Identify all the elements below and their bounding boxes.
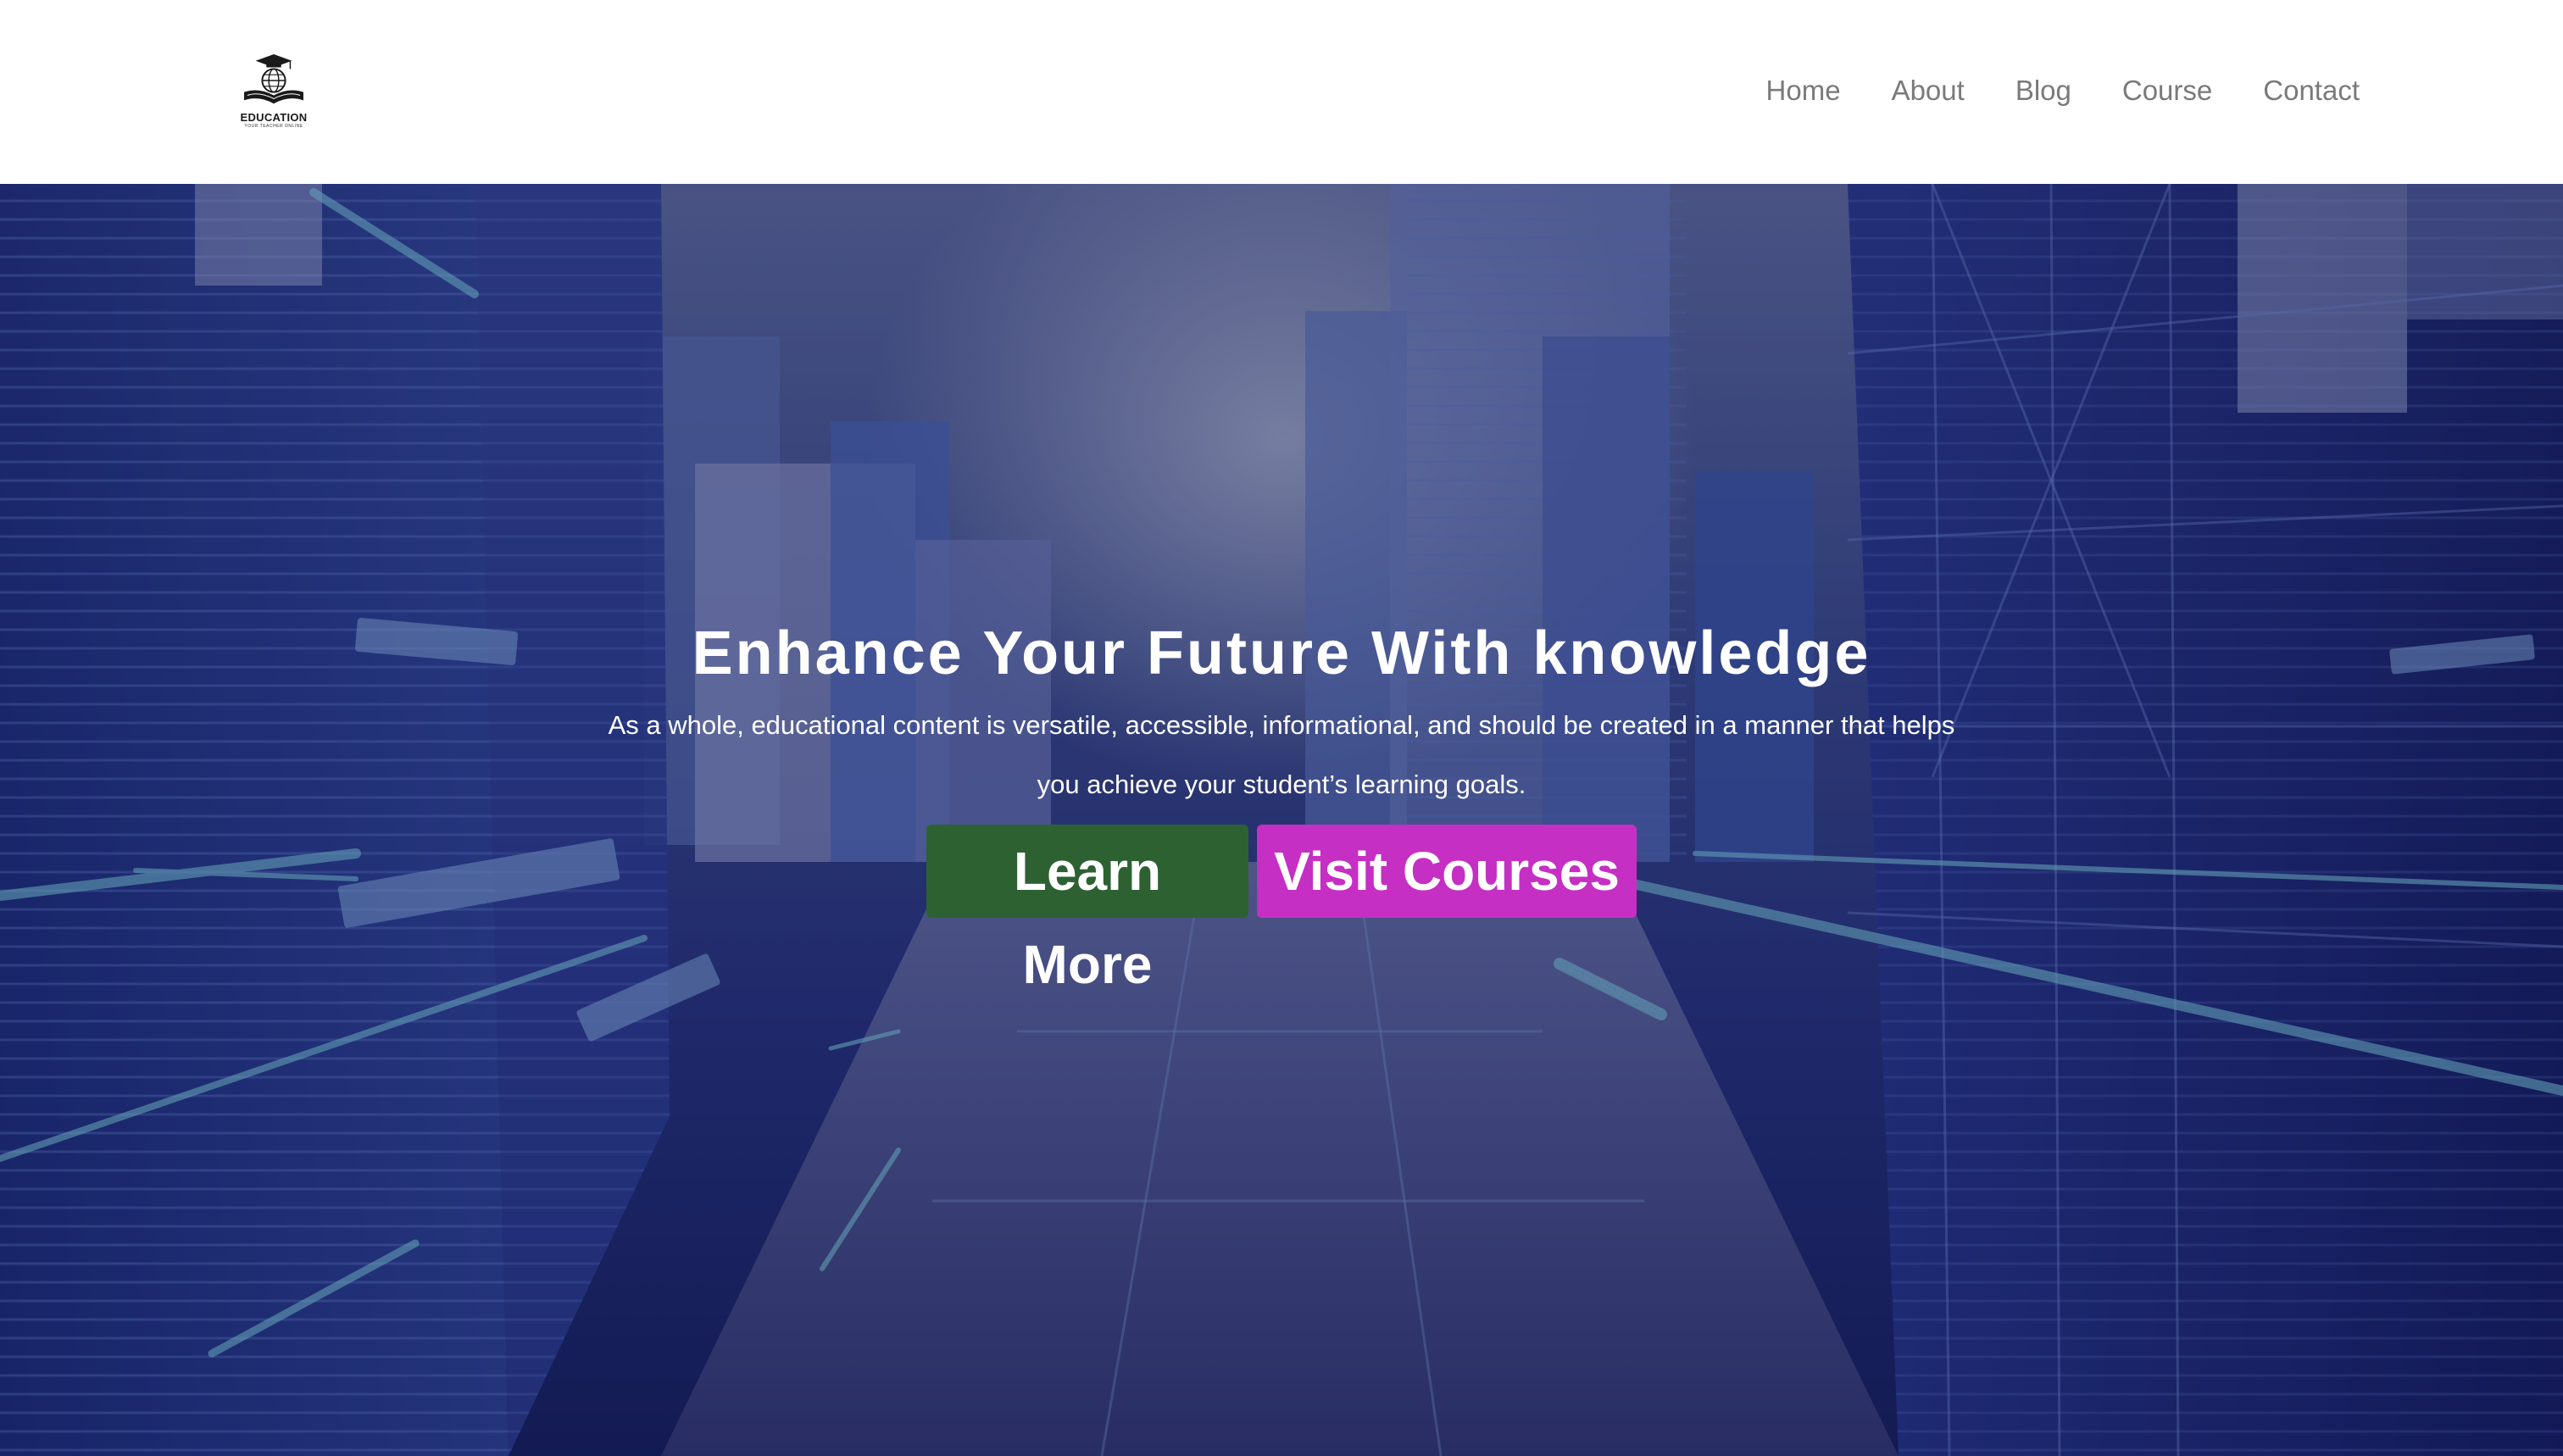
- site-logo[interactable]: EDUCATION YOUR TEACHER ONLINE: [233, 53, 314, 129]
- learn-more-button[interactable]: Learn More: [926, 825, 1248, 995]
- hero-subtitle: As a whole, educational content is versa…: [608, 710, 1955, 799]
- hero-content: Enhance Your Future With knowledge As a …: [0, 184, 2563, 1456]
- hero-section: Enhance Your Future With knowledge As a …: [0, 184, 2563, 1456]
- visit-courses-button[interactable]: Visit Courses: [1257, 825, 1637, 918]
- nav-about-link[interactable]: About: [1892, 69, 1965, 112]
- nav-blog-link[interactable]: Blog: [2015, 69, 2071, 112]
- nav-course-link[interactable]: Course: [2122, 69, 2212, 112]
- logo-title: EDUCATION: [240, 111, 308, 124]
- hero-title: Enhance Your Future With knowledge: [692, 620, 1871, 687]
- logo-tagline: YOUR TEACHER ONLINE: [244, 124, 303, 129]
- graduation-cap-globe-book-icon: [244, 53, 303, 104]
- site-header: EDUCATION YOUR TEACHER ONLINE Home About…: [0, 0, 2563, 184]
- nav-home-link[interactable]: Home: [1766, 69, 1841, 112]
- hero-button-row: Learn More Visit Courses: [0, 825, 2563, 995]
- nav-contact-link[interactable]: Contact: [2263, 69, 2360, 112]
- main-nav: Home About Blog Course Contact: [1766, 69, 2360, 112]
